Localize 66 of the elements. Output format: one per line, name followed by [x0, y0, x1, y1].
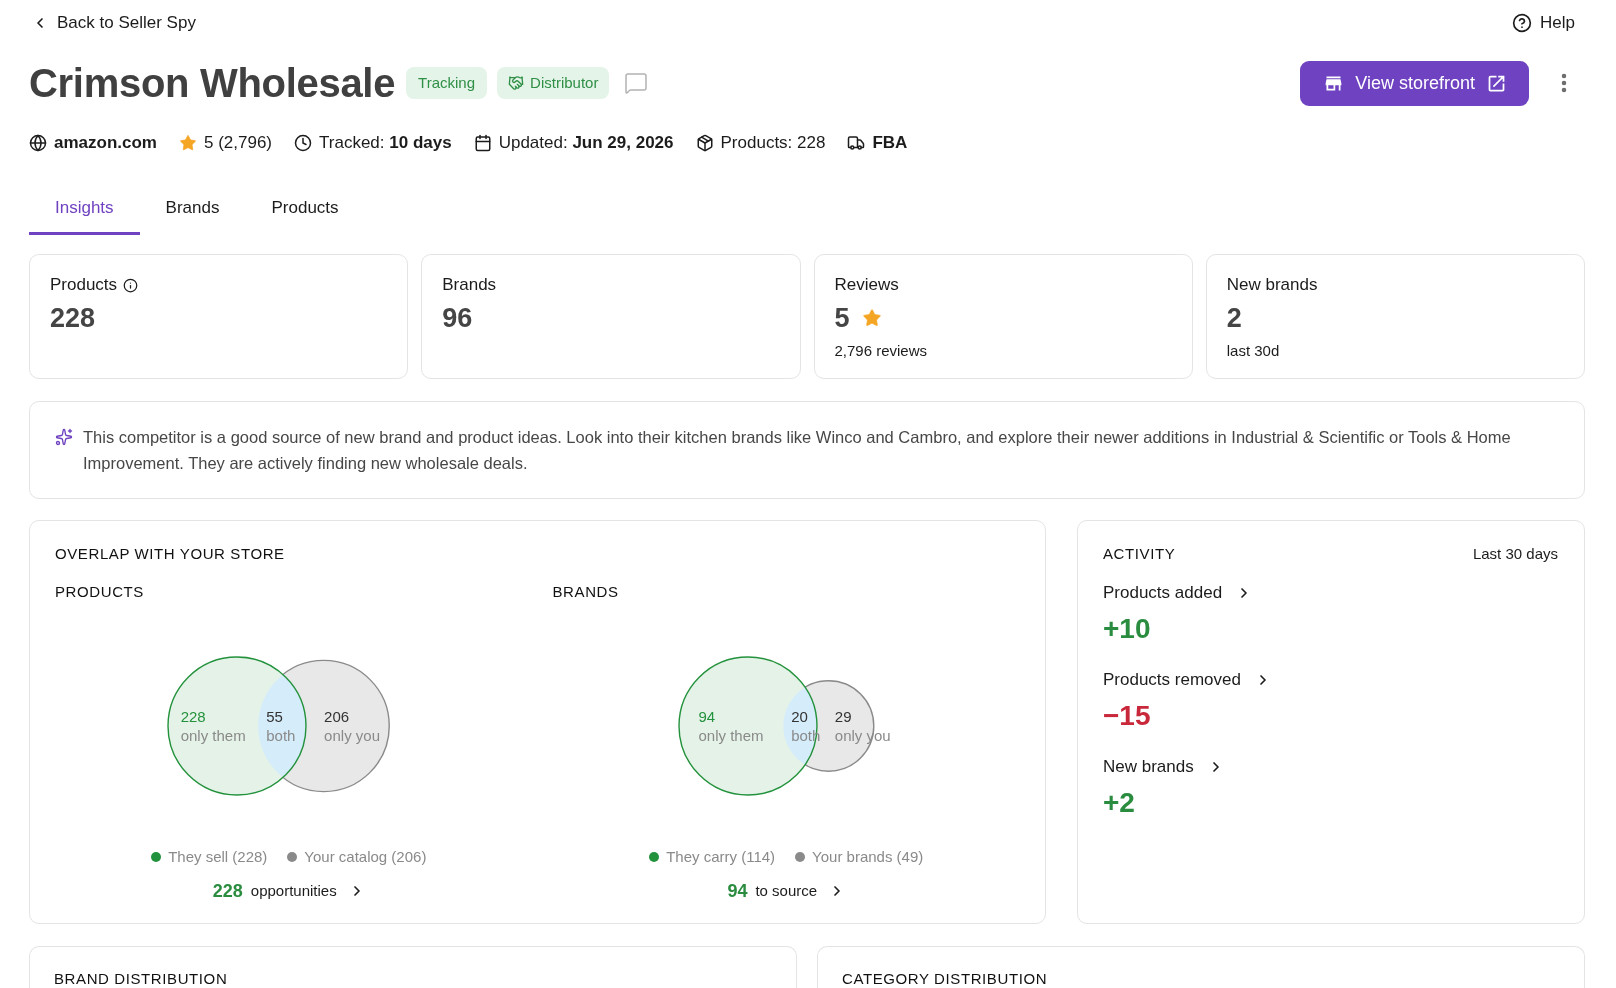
- product-count: Products: 228: [720, 132, 826, 154]
- stat-value: 228: [50, 302, 96, 335]
- region-count: 20: [791, 707, 808, 726]
- view-storefront-button[interactable]: View storefront: [1300, 60, 1529, 106]
- star-icon: [861, 308, 882, 328]
- back-link[interactable]: Back to Seller Spy: [32, 10, 196, 36]
- stat-value: 5: [834, 302, 850, 335]
- legend-label: Your catalog (206): [304, 847, 427, 867]
- tab[interactable]: Brands: [139, 188, 246, 235]
- region-count: 55: [266, 707, 283, 726]
- stat-note: last 30d: [1226, 341, 1280, 361]
- section-title: CATEGORY DISTRIBUTION: [842, 969, 1048, 988]
- region-label: both: [266, 726, 296, 745]
- type-badge: Distributor: [497, 67, 610, 99]
- overlap-link[interactable]: 94 to source: [727, 879, 846, 903]
- activity-value: +10: [1103, 612, 1151, 646]
- panel-title: PRODUCTS: [55, 582, 144, 602]
- stat-label: Reviews: [834, 274, 899, 296]
- page-title: Crimson Wholesale: [29, 60, 396, 107]
- stat-note: 2,796 reviews: [834, 341, 928, 361]
- legend-label: They sell (228): [168, 847, 268, 867]
- activity-value: −15: [1103, 699, 1151, 733]
- package-icon: [695, 134, 714, 152]
- section-title: OVERLAP WITH YOUR STORE: [55, 544, 285, 564]
- region-count: 94: [698, 707, 716, 726]
- insight-text: This competitor is a good source of new brand and product ideas. Look into their kitchen brands like Winco and Cambro, and explore their newer additions in Industrial & Scientific or Tools & Home Improvement. They are actively finding new wholesale deals.: [83, 427, 1512, 474]
- calendar-icon: [473, 134, 492, 152]
- status-badge: Tracking: [406, 67, 488, 99]
- region-label: only them: [180, 726, 246, 745]
- legend-label: They carry (114): [666, 847, 776, 867]
- updated-date: Updated: Jun 29, 2026: [498, 132, 674, 154]
- region-count: 206: [324, 707, 350, 726]
- panel-title: BRANDS: [552, 582, 619, 602]
- activity-link[interactable]: Products added: [1103, 581, 1253, 605]
- stat-value: 96: [442, 302, 473, 335]
- help-icon: [1512, 13, 1533, 33]
- site-domain: amazon.com: [54, 132, 157, 154]
- section-title: BRAND DISTRIBUTION: [54, 969, 228, 988]
- stat-value: 2: [1226, 302, 1242, 335]
- legend-label: Your brands (49): [812, 847, 924, 867]
- stat-label: Products: [50, 274, 118, 296]
- activity-value: +2: [1103, 786, 1135, 820]
- sparkle-icon: [55, 428, 73, 446]
- tracked-duration: Tracked: 10 days: [319, 132, 452, 154]
- overlap-link[interactable]: 228 opportunities: [212, 879, 365, 903]
- stat-label: New brands: [1226, 274, 1318, 296]
- help-button[interactable]: Help: [1512, 10, 1575, 36]
- period-label: Last 30 days: [1472, 544, 1558, 564]
- clock-icon: [294, 134, 313, 152]
- globe-icon: [29, 134, 47, 152]
- region-count: 29: [834, 707, 852, 726]
- star-icon: [179, 134, 197, 152]
- stat-label: Brands: [442, 274, 497, 296]
- region-label: only you: [324, 726, 380, 745]
- info-icon[interactable]: [123, 277, 139, 293]
- rating-text: 5 (2,796): [204, 132, 273, 154]
- tab[interactable]: Insights: [29, 188, 140, 235]
- tab[interactable]: Products: [245, 188, 365, 235]
- activity-link[interactable]: New brands: [1103, 755, 1224, 779]
- fulfillment-type: FBA: [872, 132, 908, 154]
- handshake-icon: [508, 75, 525, 91]
- truck-icon: [847, 134, 866, 152]
- region-label: only them: [698, 726, 764, 745]
- section-title: ACTIVITY: [1103, 544, 1176, 564]
- region-count: 228: [180, 707, 206, 726]
- activity-link[interactable]: Products removed: [1103, 668, 1271, 692]
